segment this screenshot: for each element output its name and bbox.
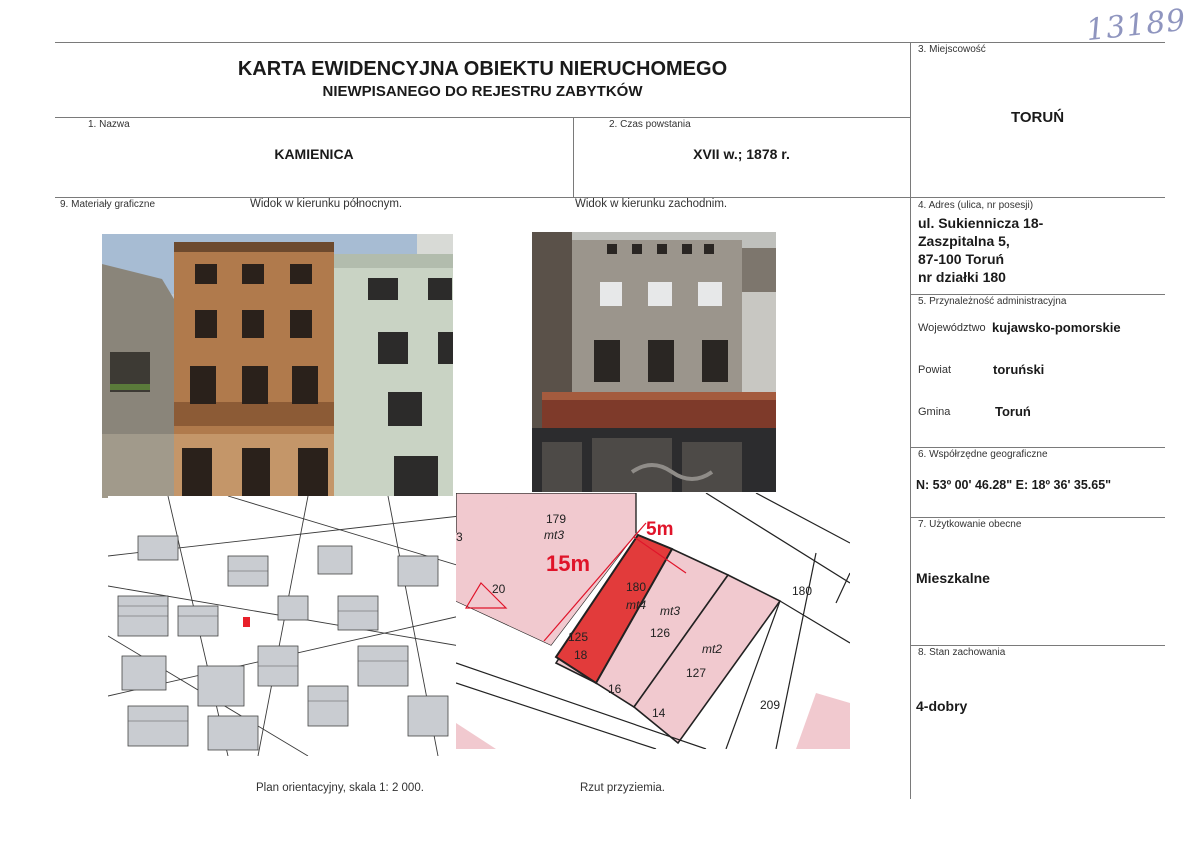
dimension-5m: 5m — [646, 519, 673, 540]
parcel-label-20: 20 — [492, 582, 506, 596]
card-title: KARTA EWIDENCYJNA OBIEKTU NIERUCHOMEGO — [237, 58, 728, 80]
parcel-label-209: 209 — [760, 698, 780, 712]
f5-bottom-line — [910, 447, 1165, 448]
commune-value: Toruń — [995, 404, 1031, 419]
parcel-label-180: 180 — [626, 580, 646, 594]
field-name-label: 1. Nazwa — [88, 119, 130, 130]
photo-north-view — [102, 234, 453, 498]
voivodeship-label: Województwo — [918, 322, 986, 334]
parcel-map: 179 mt3 180 mt4 125 18 126 mt3 127 mt2 1… — [456, 493, 850, 749]
plan-location-marker — [243, 617, 250, 627]
commune-label: Gmina — [918, 406, 951, 418]
field-graphics-label: 9. Materiały graficzne — [60, 199, 156, 210]
caption-plan: Plan orientacyjny, skala 1: 2 000. — [256, 782, 424, 794]
field-condition-label: 8. Stan zachowania — [918, 647, 1006, 658]
caption-ground-floor: Rzut przyziemia. — [580, 782, 665, 794]
address-line: ul. Sukiennicza 18- — [918, 215, 1044, 231]
address-line: 87-100 Toruń — [918, 251, 1005, 267]
parcel-label-125: 125 — [568, 630, 588, 644]
parcel-label-180b: 180 — [792, 584, 812, 598]
voivodeship-value: kujawsko-pomorskie — [992, 320, 1121, 335]
parcel-label-mt4: mt4 — [626, 598, 646, 612]
parcel-label-18: 18 — [574, 648, 588, 662]
parcel-label-mt3b: mt3 — [660, 604, 680, 618]
field-date-value: XVII w.; 1878 r. — [693, 146, 790, 162]
card-subtitle: NIEWPISANEGO DO REJESTRU ZABYTKÓW — [322, 83, 643, 100]
parcel-label-mt2: mt2 — [702, 642, 722, 656]
field-usage-label: 7. Użytkowanie obecne — [918, 519, 1022, 530]
top-border-line — [55, 42, 1165, 43]
parcel-label-127: 127 — [686, 666, 706, 680]
orientation-plan-map — [108, 496, 460, 756]
field-locality-label: 3. Miejscowość — [918, 44, 986, 55]
header-bottom-line — [55, 117, 910, 118]
field-coords-value: N: 53º 00' 46.28" E: 18º 36' 35.65" — [916, 478, 1112, 492]
f4-bottom-line — [910, 294, 1165, 295]
field-usage-value: Mieszkalne — [916, 570, 990, 586]
parcel-label-14: 14 — [652, 706, 666, 720]
right-column-divider — [910, 42, 911, 799]
county-label: Powiat — [918, 364, 952, 376]
caption-north-view: Widok w kierunku północnym. — [250, 198, 403, 210]
parcel-label-16: 16 — [608, 682, 622, 696]
dimension-15m: 15m — [546, 551, 590, 576]
field-coords-label: 6. Współrzędne geograficzne — [918, 449, 1048, 460]
field-address-value: ul. Sukiennicza 18- Zaszpitalna 5, 87-10… — [918, 214, 1043, 286]
photo-west-view — [532, 232, 776, 492]
field-locality-value: TORUŃ — [1010, 109, 1065, 126]
field-condition-value: 4-dobry — [916, 698, 968, 714]
field-date-label: 2. Czas powstania — [609, 119, 691, 130]
field-address-label: 4. Adres (ulica, nr posesji) — [918, 200, 1034, 211]
caption-west-view: Widok w kierunku zachodnim. — [575, 198, 728, 210]
parcel-label-126: 126 — [650, 626, 670, 640]
parcel-label-3: 3 — [456, 530, 463, 544]
f6-bottom-line — [910, 517, 1165, 518]
parcel-label-mt3: mt3 — [544, 528, 564, 542]
f7-bottom-line — [910, 645, 1165, 646]
field-admin-label: 5. Przynależność administracyjna — [918, 296, 1067, 307]
parcel-label-179: 179 — [546, 512, 566, 526]
field-name-value: KAMIENICA — [274, 146, 354, 162]
address-line: Zaszpitalna 5, — [918, 233, 1010, 249]
county-value: toruński — [993, 362, 1045, 377]
address-line: nr działki 180 — [918, 269, 1006, 285]
